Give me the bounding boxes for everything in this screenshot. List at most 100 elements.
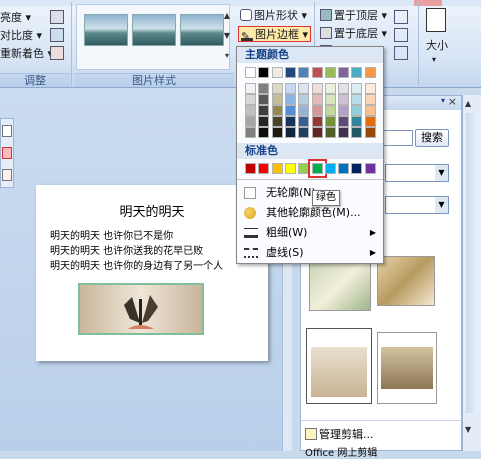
standard-color-swatch[interactable] [338, 163, 350, 174]
theme-shade-swatch[interactable] [245, 83, 256, 94]
theme-shade-swatch[interactable] [338, 116, 350, 127]
search-input[interactable] [381, 130, 413, 146]
scroll-down-icon[interactable]: ▼ [465, 425, 471, 434]
theme-color-swatch[interactable] [298, 67, 310, 78]
search-button[interactable]: 搜索 [415, 129, 449, 147]
theme-shade-swatch[interactable] [298, 127, 310, 138]
slide-title[interactable]: 明天的明天 [36, 201, 268, 220]
theme-shade-swatch[interactable] [311, 94, 323, 105]
theme-shade-swatch[interactable] [258, 127, 270, 138]
align-icon[interactable] [394, 10, 408, 24]
no-outline-item[interactable]: 无轮廓(N) [238, 183, 382, 203]
theme-shade-swatch[interactable] [258, 94, 270, 105]
theme-shade-swatch[interactable] [364, 83, 376, 94]
theme-shade-swatch[interactable] [298, 116, 310, 127]
theme-shade-swatch[interactable] [284, 105, 296, 116]
compress-icon[interactable] [50, 10, 64, 24]
theme-shade-swatch[interactable] [271, 105, 283, 116]
style-thumb-1[interactable] [84, 14, 128, 46]
theme-shade-swatch[interactable] [338, 94, 350, 105]
theme-color-swatch[interactable] [311, 67, 323, 78]
weight-item[interactable]: 粗细(W) ▶ [238, 223, 382, 243]
theme-shade-swatch[interactable] [271, 83, 283, 94]
theme-shade-swatch[interactable] [284, 94, 296, 105]
theme-shade-swatch[interactable] [284, 83, 296, 94]
send-to-back-button[interactable]: 置于底层 ▾ [320, 26, 387, 42]
standard-color-swatch[interactable] [298, 163, 310, 174]
dropdown-arrow-icon[interactable]: ▼ [435, 165, 448, 181]
theme-shade-swatch[interactable] [338, 105, 350, 116]
brightness-button[interactable]: 亮度 ▾ [0, 10, 31, 26]
theme-shade-swatch[interactable] [364, 105, 376, 116]
slide-thumb-3[interactable] [2, 169, 12, 181]
slide-thumb-2[interactable] [2, 147, 12, 159]
theme-color-swatch[interactable] [364, 67, 376, 78]
theme-shade-swatch[interactable] [324, 105, 336, 116]
theme-shade-swatch[interactable] [351, 83, 363, 94]
theme-shade-swatch[interactable] [245, 127, 256, 138]
style-thumb-2[interactable] [132, 14, 176, 46]
picture-border-button[interactable]: ✎ 图片边框 ▾ [238, 26, 312, 43]
bring-to-front-button[interactable]: 置于顶层 ▾ [320, 8, 387, 24]
reset-picture-icon[interactable] [50, 46, 64, 60]
theme-shade-swatch[interactable] [338, 127, 350, 138]
size-dropdown-arrow[interactable]: ▾ [432, 52, 436, 68]
theme-shade-swatch[interactable] [324, 94, 336, 105]
theme-shade-swatch[interactable] [258, 105, 270, 116]
green-swatch[interactable] [307, 159, 327, 178]
gallery-scroll[interactable]: ▲ ▼ ▾ [222, 6, 232, 66]
slide-thumb-1[interactable] [2, 125, 12, 137]
standard-color-swatch[interactable] [351, 163, 363, 174]
theme-color-swatch[interactable] [245, 67, 256, 78]
theme-shade-swatch[interactable] [298, 83, 310, 94]
scroll-thumb[interactable] [466, 113, 478, 413]
size-icon[interactable] [426, 8, 446, 32]
style-thumb-3[interactable] [180, 14, 224, 46]
dashes-item[interactable]: 虚线(S) ▶ [238, 243, 382, 263]
theme-shade-swatch[interactable] [338, 83, 350, 94]
dropdown-arrow-icon[interactable]: ▼ [435, 197, 448, 213]
standard-color-swatch[interactable] [324, 163, 336, 174]
theme-shade-swatch[interactable] [311, 127, 323, 138]
theme-shade-swatch[interactable] [258, 116, 270, 127]
theme-shade-swatch[interactable] [311, 105, 323, 116]
theme-color-swatch[interactable] [271, 67, 283, 78]
standard-color-swatch[interactable] [271, 163, 283, 174]
change-picture-icon[interactable] [50, 28, 64, 42]
theme-shade-swatch[interactable] [271, 127, 283, 138]
standard-color-swatch[interactable] [284, 163, 296, 174]
contrast-button[interactable]: 对比度 ▾ [0, 28, 42, 44]
theme-shade-swatch[interactable] [351, 105, 363, 116]
slide-body[interactable]: 明天的明天 也许你已不是你 明天的明天 也许你送我的花早已败 明天的明天 也许你… [50, 229, 223, 274]
theme-color-swatch[interactable] [351, 67, 363, 78]
standard-color-swatch[interactable] [258, 163, 270, 174]
pane-menu-arrow[interactable]: ▾ [441, 96, 445, 105]
theme-shade-swatch[interactable] [364, 94, 376, 105]
theme-shade-swatch[interactable] [364, 127, 376, 138]
theme-shade-swatch[interactable] [364, 116, 376, 127]
theme-shade-swatch[interactable] [324, 83, 336, 94]
pane-scrollbar[interactable]: ▲ ▼ [462, 95, 481, 451]
theme-shade-swatch[interactable] [284, 127, 296, 138]
recolor-button[interactable]: 重新着色 ▾ [0, 46, 53, 62]
standard-color-swatch[interactable] [245, 163, 256, 174]
butterfly-picture[interactable] [78, 283, 204, 335]
theme-color-swatch[interactable] [284, 67, 296, 78]
manage-clips-link[interactable]: 管理剪辑... [305, 426, 374, 442]
scroll-up-icon[interactable]: ▲ [465, 99, 471, 108]
theme-color-swatch[interactable] [258, 67, 270, 78]
theme-color-swatch[interactable] [324, 67, 336, 78]
theme-shade-swatch[interactable] [271, 94, 283, 105]
theme-shade-swatch[interactable] [245, 116, 256, 127]
rotate-icon[interactable] [394, 46, 408, 60]
office-online-link[interactable]: Office 网上剪辑 [305, 444, 377, 459]
size-button[interactable]: 大小 [426, 38, 448, 54]
theme-shade-swatch[interactable] [245, 94, 256, 105]
picture-shape-button[interactable]: 图片形状 ▾ [240, 8, 307, 24]
theme-shade-swatch[interactable] [284, 116, 296, 127]
theme-shade-swatch[interactable] [258, 83, 270, 94]
standard-color-swatch[interactable] [364, 163, 376, 174]
theme-shade-swatch[interactable] [351, 127, 363, 138]
theme-shade-swatch[interactable] [324, 127, 336, 138]
clip-result-roses[interactable] [309, 261, 371, 311]
